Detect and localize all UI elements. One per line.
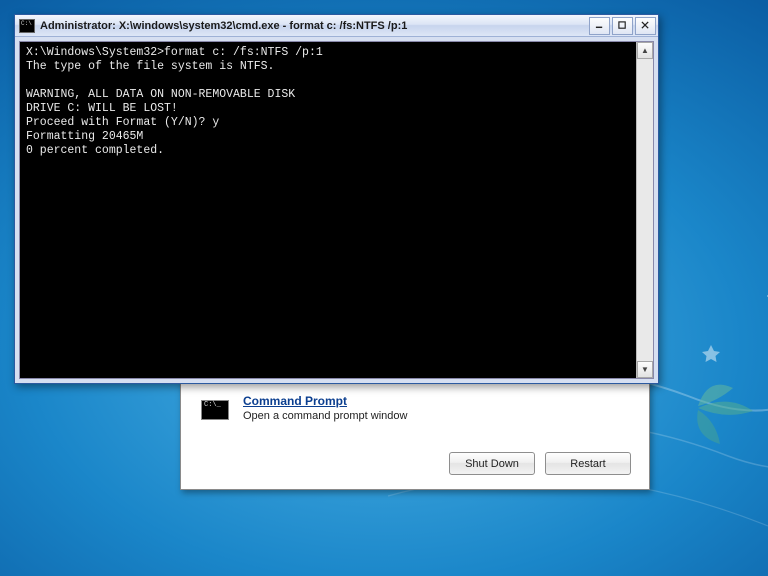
maximize-button[interactable]: [612, 17, 633, 35]
command-prompt-link[interactable]: Command Prompt: [243, 394, 631, 408]
cmd-line: Proceed with Format (Y/N)? y: [26, 116, 219, 129]
shutdown-button[interactable]: Shut Down: [449, 452, 535, 475]
cmd-app-icon: [19, 19, 35, 33]
close-button[interactable]: [635, 17, 656, 35]
cmd-output[interactable]: X:\Windows\System32>format c: /fs:NTFS /…: [20, 42, 636, 378]
command-prompt-desc: Open a command prompt window: [243, 410, 631, 422]
cmd-line: X:\Windows\System32>format c: /fs:NTFS /…: [26, 46, 323, 59]
cmd-window-title: Administrator: X:\windows\system32\cmd.e…: [40, 20, 587, 32]
restart-button[interactable]: Restart: [545, 452, 631, 475]
scroll-up-button[interactable]: ▲: [637, 42, 653, 59]
cmd-line: Formatting 20465M: [26, 130, 143, 143]
cmd-scrollbar[interactable]: ▲ ▼: [636, 42, 653, 378]
scroll-down-button[interactable]: ▼: [637, 361, 653, 378]
cmd-line: WARNING, ALL DATA ON NON-REMOVABLE DISK: [26, 88, 295, 101]
desktop-background: Windows Memory Diagnostic Check your com…: [0, 0, 768, 576]
cmd-client-area: X:\Windows\System32>format c: /fs:NTFS /…: [19, 41, 654, 379]
cmd-window[interactable]: Administrator: X:\windows\system32\cmd.e…: [14, 14, 659, 384]
cmd-line: The type of the file system is NTFS.: [26, 60, 274, 73]
command-prompt-icon: [199, 394, 231, 426]
minimize-button[interactable]: [589, 17, 610, 35]
cmd-line: DRIVE C: WILL BE LOST!: [26, 102, 178, 115]
tool-command-prompt[interactable]: Command Prompt Open a command prompt win…: [199, 386, 631, 438]
cmd-titlebar[interactable]: Administrator: X:\windows\system32\cmd.e…: [15, 15, 658, 37]
cmd-line: 0 percent completed.: [26, 144, 164, 157]
